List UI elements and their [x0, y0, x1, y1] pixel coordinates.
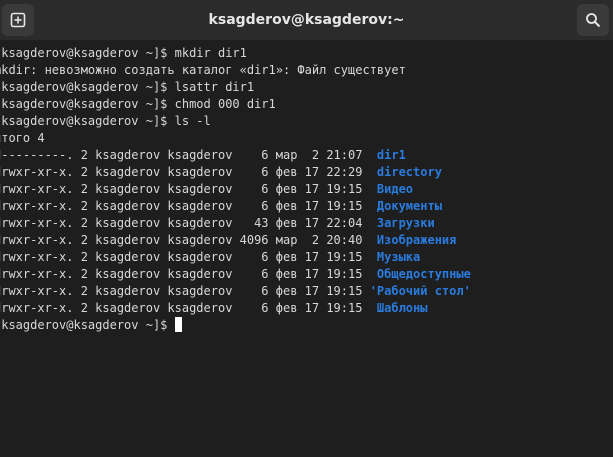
listing-row: drwxr-xr-x. 2 ksagderov ksagderov 6 фев … — [0, 283, 471, 300]
directory-name: Музыка — [376, 250, 421, 264]
line-text: [ksagderov@ksagderov ~]$ ls -l — [0, 114, 211, 128]
listing-attrs: drwxr-xr-x. 2 ksagderov ksagderov 6 фев … — [0, 250, 377, 264]
search-button[interactable] — [577, 4, 609, 36]
terminal-line: [ksagderov@ksagderov ~]$ ls -l — [0, 113, 471, 130]
terminal-window: ksagderov@ksagderov:~ [ksagderov@ksagder… — [0, 0, 613, 457]
directory-name: directory — [376, 165, 442, 179]
listing-attrs: drwxr-xr-x. 2 ksagderov ksagderov 6 фев … — [0, 284, 370, 298]
terminal-line: [ksagderov@ksagderov ~]$ mkdir dir1 — [0, 45, 471, 62]
prompt-line[interactable]: [ksagderov@ksagderov ~]$ — [0, 317, 471, 334]
listing-row: drwxr-xr-x. 2 ksagderov ksagderov 4096 м… — [0, 232, 471, 249]
terminal-lines: [ksagderov@ksagderov ~]$ mkdir dir1 mkdi… — [0, 45, 471, 334]
terminal-line: [ksagderov@ksagderov ~]$ chmod 000 dir1 — [0, 96, 471, 113]
line-text: [ksagderov@ksagderov ~]$ chmod 000 dir1 — [0, 97, 276, 111]
listing-attrs: drwxr-xr-x. 2 ksagderov ksagderov 6 фев … — [0, 267, 377, 281]
line-text: [ksagderov@ksagderov ~]$ lsattr dir1 — [0, 80, 255, 94]
line-text: [ksagderov@ksagderov ~]$ mkdir dir1 — [0, 46, 247, 60]
shell-prompt: [ksagderov@ksagderov ~]$ — [0, 318, 175, 332]
text-cursor — [174, 317, 182, 332]
terminal-output[interactable]: [ksagderov@ksagderov ~]$ mkdir dir1 mkdi… — [0, 40, 613, 457]
title-bar: ksagderov@ksagderov:~ — [0, 0, 613, 40]
directory-name: Изображения — [376, 233, 457, 247]
listing-attrs: d---------. 2 ksagderov ksagderov 6 мар … — [0, 148, 377, 162]
directory-name: Шаблоны — [376, 301, 428, 315]
terminal-line: mkdir: невозможно создать каталог «dir1»… — [0, 62, 471, 79]
search-icon — [586, 13, 601, 28]
window-title: ksagderov@ksagderov:~ — [208, 12, 405, 28]
directory-name: Документы — [376, 199, 442, 213]
directory-name: Загрузки — [376, 216, 435, 230]
terminal-line: итого 4 — [0, 130, 471, 147]
line-text: mkdir: невозможно создать каталог «dir1»… — [0, 63, 406, 77]
listing-row: drwxr-xr-x. 2 ksagderov ksagderov 6 фев … — [0, 249, 471, 266]
directory-name: Общедоступные — [376, 267, 471, 281]
listing-attrs: drwxr-xr-x. 2 ksagderov ksagderov 6 фев … — [0, 182, 377, 196]
listing-row: drwxr-xr-x. 2 ksagderov ksagderov 6 фев … — [0, 164, 471, 181]
listing-attrs: drwxr-xr-x. 2 ksagderov ksagderov 43 фев… — [0, 216, 377, 230]
listing-row: drwxr-xr-x. 2 ksagderov ksagderov 43 фев… — [0, 215, 471, 232]
listing-attrs: drwxr-xr-x. 2 ksagderov ksagderov 6 фев … — [0, 199, 377, 213]
terminal-line: [ksagderov@ksagderov ~]$ lsattr dir1 — [0, 79, 471, 96]
listing-attrs: drwxr-xr-x. 2 ksagderov ksagderov 6 фев … — [0, 301, 377, 315]
line-text: итого 4 — [0, 131, 45, 145]
directory-name: Видео — [376, 182, 414, 196]
listing-row: drwxr-xr-x. 2 ksagderov ksagderov 6 фев … — [0, 300, 471, 317]
listing-attrs: drwxr-xr-x. 2 ksagderov ksagderov 4096 м… — [0, 233, 377, 247]
listing-row: drwxr-xr-x. 2 ksagderov ksagderov 6 фев … — [0, 181, 471, 198]
directory-name: 'Рабочий стол' — [369, 284, 471, 298]
listing-attrs: drwxr-xr-x. 2 ksagderov ksagderov 6 фев … — [0, 165, 377, 179]
listing-row: d---------. 2 ksagderov ksagderov 6 мар … — [0, 147, 471, 164]
listing-row: drwxr-xr-x. 2 ksagderov ksagderov 6 фев … — [0, 198, 471, 215]
listing-row: drwxr-xr-x. 2 ksagderov ksagderov 6 фев … — [0, 266, 471, 283]
directory-name: dir1 — [376, 148, 406, 162]
